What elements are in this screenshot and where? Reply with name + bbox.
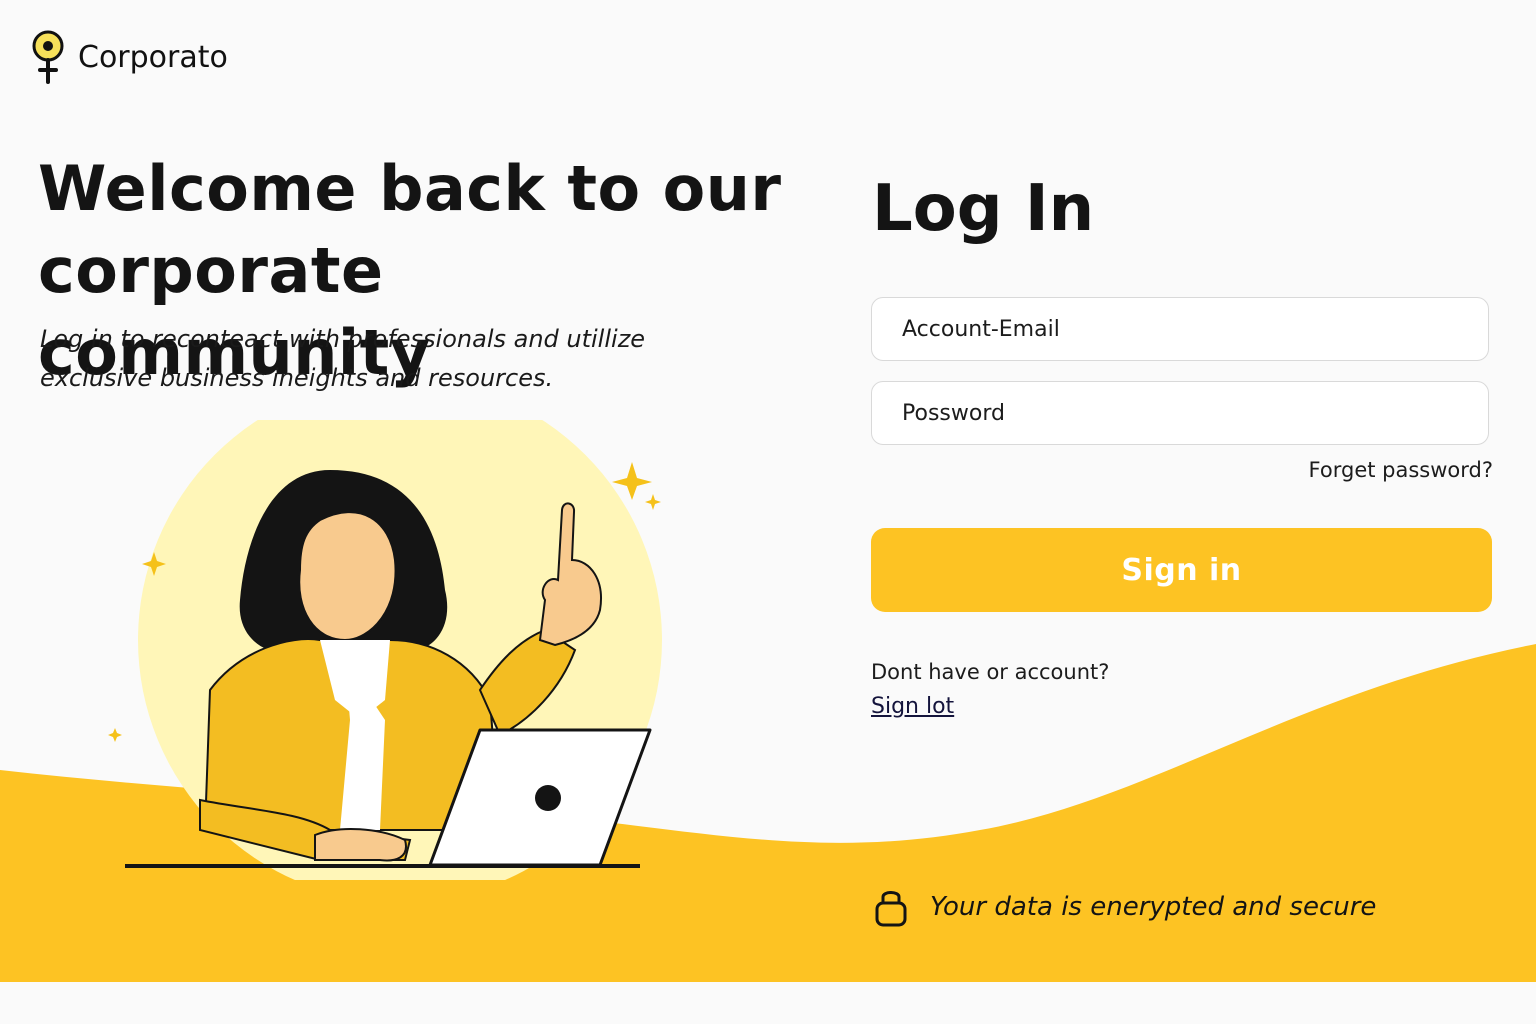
sparkle-icon [612,462,652,500]
password-field[interactable]: Possword [871,381,1489,445]
email-placeholder: Account-Email [902,316,1060,342]
forgot-password-link[interactable]: Forget password? [1309,458,1493,482]
login-title: Log In [872,172,1095,246]
hero-subtitle: Log in to reconteact with professionals … [40,325,646,392]
brand-logo[interactable]: Corporato [30,30,228,84]
password-placeholder: Possword [902,400,1005,426]
secure-text: Your data is enerypted and secure [930,892,1377,922]
email-field[interactable]: Account-Email [871,297,1489,361]
lock-icon [875,891,907,927]
woman-at-laptop-illustration [108,420,662,880]
sign-in-button[interactable]: Sign in [871,528,1492,612]
pin-logo-icon [32,30,64,84]
sign-up-link[interactable]: Sign lot [871,694,954,719]
brand-name: Corporato [78,39,228,75]
sparkle-icon [108,728,122,742]
no-account-text: Dont have or account? [871,660,1110,684]
sparkle-icon [645,494,661,510]
security-note: Your data is enerypted and secure [874,886,1376,928]
